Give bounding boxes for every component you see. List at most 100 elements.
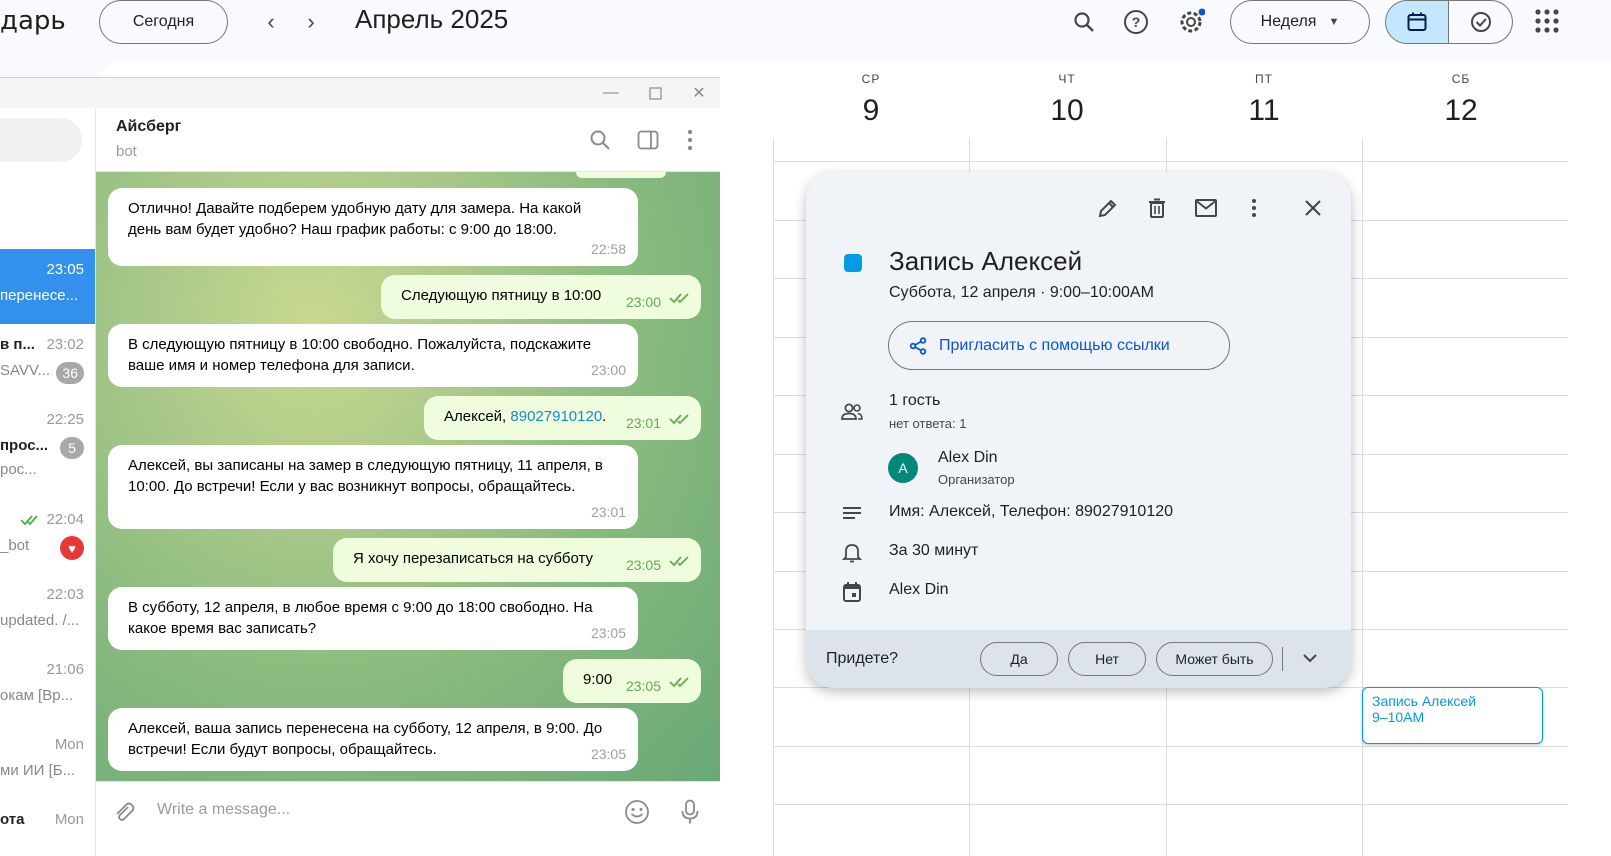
microphone-icon[interactable] bbox=[675, 797, 705, 827]
day-of-week: ЧТ bbox=[1058, 72, 1076, 86]
chat-list-item[interactable]: 22:03 updated. /... bbox=[0, 574, 95, 649]
event-chip[interactable]: Запись Алексей 9–10AM bbox=[1362, 687, 1543, 744]
chat-list-item[interactable]: ота Mon bbox=[0, 799, 95, 856]
invite-label: Пригласить с помощью ссылки bbox=[939, 336, 1170, 354]
more-options-icon[interactable] bbox=[676, 126, 704, 154]
day-of-week: СР bbox=[861, 72, 881, 86]
grid-divider bbox=[1362, 138, 1363, 856]
chat-status: bot bbox=[116, 143, 137, 160]
sidebar-toggle-icon[interactable] bbox=[634, 126, 662, 154]
message-bubble[interactable]: Я хочу перезаписаться на субботу 23:05 bbox=[333, 538, 701, 582]
invite-by-link-button[interactable]: Пригласить с помощью ссылки bbox=[888, 321, 1230, 370]
maximize-icon[interactable] bbox=[645, 83, 665, 103]
next-week-icon[interactable]: › bbox=[297, 8, 325, 36]
message-text: Алексей, 89027910120. bbox=[444, 408, 607, 425]
more-options-icon[interactable] bbox=[1240, 194, 1268, 222]
chat-list-item[interactable]: 22:04 _bot ♥ bbox=[0, 499, 95, 574]
bell-icon bbox=[840, 540, 864, 564]
search-icon[interactable] bbox=[586, 126, 614, 154]
day-number[interactable]: 11 bbox=[1166, 94, 1362, 128]
chat-list-item[interactable]: в п... 23:02 SAVV... 36 bbox=[0, 324, 95, 399]
message-bubble[interactable]: В следующую пятницу в 10:00 свободно. По… bbox=[108, 324, 638, 387]
unread-badge: 5 bbox=[60, 437, 84, 459]
chat-name: прос... bbox=[0, 437, 49, 454]
chat-list-item[interactable]: 21:06 окам [Вр... bbox=[0, 649, 95, 724]
apps-grid-icon[interactable] bbox=[1532, 6, 1562, 36]
chat-time: Mon bbox=[54, 736, 84, 753]
message-time: 23:05 bbox=[625, 557, 661, 573]
day-number[interactable]: 12 bbox=[1363, 94, 1559, 128]
help-icon[interactable]: ? bbox=[1118, 4, 1154, 40]
chat-snippet: SAVV... bbox=[0, 362, 51, 379]
minimize-icon[interactable]: — bbox=[601, 83, 621, 103]
search-field[interactable] bbox=[0, 118, 82, 162]
guests-icon bbox=[840, 400, 864, 424]
window-close-icon[interactable]: ✕ bbox=[689, 83, 709, 103]
email-guests-icon[interactable] bbox=[1192, 194, 1220, 222]
read-check-icon bbox=[669, 673, 693, 694]
calendar-mode-icon[interactable] bbox=[1385, 0, 1449, 44]
message-bubble[interactable]: Отлично! Давайте подберем удобную дату д… bbox=[108, 188, 638, 266]
view-selector[interactable]: Неделя ▼ bbox=[1230, 0, 1370, 44]
chat-time: Mon bbox=[54, 811, 84, 828]
tasks-mode-icon[interactable] bbox=[1449, 0, 1513, 44]
message-input[interactable]: Write a message... bbox=[157, 801, 290, 819]
chat-list-item[interactable]: 22:25 прос... 5 рос... bbox=[0, 399, 95, 478]
message-bubble[interactable]: Алексей, ваша запись перенесена на суббо… bbox=[108, 708, 638, 771]
message-time: 23:00 bbox=[590, 362, 626, 378]
chat-snippet: перенесе... bbox=[0, 287, 79, 304]
event-datetime: Суббота, 12 апреля · 9:00–10:00AM bbox=[889, 284, 1154, 301]
day-of-week: СБ bbox=[1451, 72, 1471, 86]
phone-link[interactable]: 89027910120 bbox=[510, 408, 602, 425]
close-icon[interactable] bbox=[1299, 194, 1327, 222]
heart-icon: ♥ bbox=[60, 536, 84, 560]
rsvp-no-button[interactable]: Нет bbox=[1068, 642, 1146, 676]
settings-gear-icon[interactable] bbox=[1173, 4, 1209, 40]
day-number[interactable]: 9 bbox=[773, 94, 969, 128]
chat-snippet: updated. /... bbox=[0, 612, 80, 629]
message-text: Я хочу перезаписаться на субботу bbox=[353, 550, 594, 567]
window-titlebar: — ✕ bbox=[0, 78, 720, 108]
chat-title[interactable]: Айсберг bbox=[116, 118, 181, 136]
avatar[interactable]: A bbox=[888, 453, 918, 483]
rsvp-yes-button[interactable]: Да bbox=[980, 642, 1058, 676]
rsvp-maybe-button[interactable]: Может быть bbox=[1156, 642, 1273, 676]
day-header-thu[interactable]: ЧТ 10 bbox=[969, 72, 1165, 128]
chat-list-item[interactable]: Mon ми ИИ [Б... bbox=[0, 724, 95, 799]
view-label: Неделя bbox=[1260, 13, 1317, 30]
prev-week-icon[interactable]: ‹ bbox=[257, 8, 285, 36]
delete-trash-icon[interactable] bbox=[1143, 194, 1171, 222]
double-check-icon bbox=[20, 513, 42, 530]
day-number[interactable]: 10 bbox=[969, 94, 1165, 128]
message-bubble[interactable]: Алексей, 89027910120. 23:01 bbox=[424, 396, 701, 440]
edit-pencil-icon[interactable] bbox=[1094, 194, 1122, 222]
chat-time: 22:04 bbox=[46, 511, 84, 528]
today-button[interactable]: Сегодня bbox=[99, 0, 228, 44]
message-bubble[interactable]: Алексей, вы записаны на замер в следующу… bbox=[108, 445, 638, 529]
message-time: 23:05 bbox=[590, 746, 626, 762]
share-icon bbox=[909, 336, 927, 355]
day-header-sat[interactable]: СБ 12 bbox=[1363, 72, 1559, 128]
message-time: 23:01 bbox=[590, 504, 626, 520]
message-text: 9:00 bbox=[583, 671, 613, 688]
chat-list-item[interactable]: 23:05 перенесе... bbox=[0, 249, 95, 324]
chat-header: Айсберг bot bbox=[96, 108, 720, 172]
message-bubble[interactable]: В субботу, 12 апреля, в любое время с 9:… bbox=[108, 587, 638, 650]
chat-time: 22:03 bbox=[46, 586, 84, 603]
message-bubble[interactable]: 9:00 23:05 bbox=[563, 659, 701, 703]
emoji-icon[interactable] bbox=[622, 797, 652, 827]
search-icon[interactable] bbox=[1066, 4, 1102, 40]
chevron-down-icon[interactable] bbox=[1300, 648, 1324, 672]
day-header-fri[interactable]: ПТ 11 bbox=[1166, 72, 1362, 128]
dropdown-arrow-icon: ▼ bbox=[1328, 16, 1340, 28]
svg-text:?: ? bbox=[1132, 14, 1141, 30]
attach-paperclip-icon[interactable] bbox=[109, 797, 139, 827]
event-chip-title: Запись Алексей bbox=[1372, 693, 1477, 709]
event-description: Имя: Алексей, Телефон: 89027910120 bbox=[889, 503, 1174, 520]
chat-snippet: _bot bbox=[0, 537, 30, 554]
day-header-wed[interactable]: СР 9 bbox=[773, 72, 969, 128]
message-bubble[interactable]: Следующую пятницу в 10:00 23:00 bbox=[381, 275, 701, 319]
guest-count: 1 гость bbox=[889, 392, 941, 409]
chat-time: 21:06 bbox=[46, 661, 84, 678]
message-time: 23:00 bbox=[625, 294, 661, 310]
